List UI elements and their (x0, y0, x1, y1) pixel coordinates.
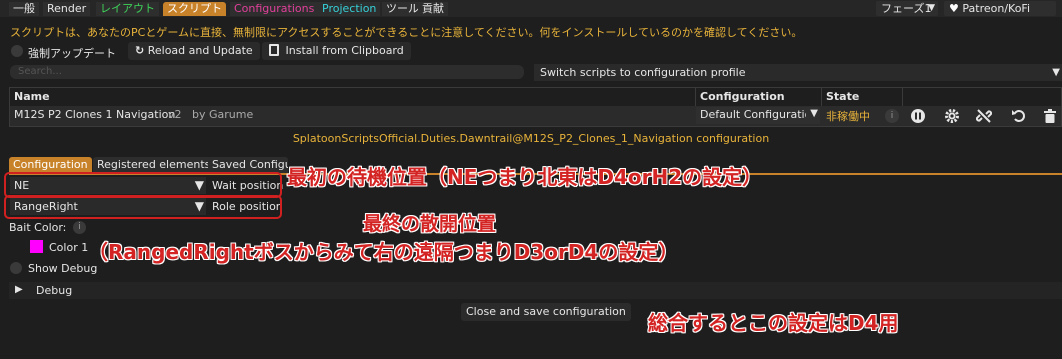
tab-label: Configurations (234, 2, 315, 15)
undo-icon[interactable] (1011, 108, 1027, 124)
script-author: by Garume (192, 108, 254, 121)
annotation-final-position-detail: （RangedRightボスからみて右の遠隔つまりD3orD4の設定） (88, 240, 679, 264)
color1-label: Color 1 (49, 241, 89, 254)
force-update-label: 強制アップデート (28, 47, 116, 60)
column-header-name: Name (14, 90, 50, 103)
search-placeholder: Search... (18, 66, 62, 77)
column-header-configuration: Configuration (700, 90, 785, 103)
tab-label: Projection (322, 2, 377, 15)
tab-configurations[interactable]: Configurations (230, 2, 319, 16)
patreon-label: Patreon/KoFi (962, 2, 1031, 15)
tab-label: 貢献 (422, 2, 444, 15)
profile-select-label: Switch scripts to configuration profile (540, 66, 746, 79)
tab-label: Render (47, 2, 87, 15)
show-debug-label: Show Debug (28, 262, 98, 275)
main-tab-bar: 一般 Render レイアウト スクリプト Configurations Pro… (0, 0, 1062, 17)
phase-select[interactable]: フェーズ1 ▼ (876, 1, 938, 16)
gear-icon[interactable] (944, 108, 960, 124)
script-name: M12S P2 Clones 1 Navigation (14, 108, 176, 121)
profile-select[interactable]: Switch scripts to configuration profile … (534, 64, 1062, 81)
phase-label: フェーズ1 (881, 2, 932, 15)
warning-text: スクリプトは、あなたのPCとゲームに直接、無制限にアクセスすることができることに… (10, 26, 803, 39)
show-debug-radio[interactable] (10, 262, 22, 274)
tab-label: Saved Configur (212, 158, 288, 171)
chevron-down-icon: ▼ (928, 3, 935, 13)
color1-swatch[interactable] (30, 240, 43, 253)
debug-label: Debug (36, 284, 73, 297)
clipboard-icon (269, 44, 279, 56)
patreon-button[interactable]: ♥ Patreon/KoFi (944, 1, 1056, 16)
unlink-icon[interactable] (975, 108, 993, 124)
tab-registered-elements[interactable]: Registered elements (93, 157, 215, 173)
tab-label: ツール (386, 2, 419, 15)
tab-saved-configurations[interactable]: Saved Configur (208, 157, 288, 173)
reload-label: Reload and Update (147, 44, 253, 57)
tab-render[interactable]: Render (43, 2, 91, 16)
scripts-table: Name Configuration State M12S P2 Clones … (9, 87, 1062, 127)
annotation-final-position-title: 最終の散開位置 (363, 213, 497, 235)
tab-layout[interactable]: レイアウト (96, 2, 159, 16)
info-icon[interactable]: i (73, 221, 86, 234)
search-input[interactable]: Search... (10, 65, 524, 79)
pause-icon[interactable] (910, 108, 926, 124)
reload-icon: ↻ (135, 44, 145, 57)
script-version: v2 (168, 108, 182, 121)
annotation-summary: 総合するとこの設定はD4用 (648, 311, 899, 335)
tab-contribute[interactable]: 貢献 (418, 2, 448, 16)
configuration-value: Default Configuratio (700, 108, 806, 121)
tab-configuration[interactable]: Configuration (9, 157, 92, 173)
annotation-wait-position: 最初の待機位置（NEつまり北東はD4orH2の設定） (287, 165, 763, 189)
configuration-select[interactable]: Default Configuratio ▼ (696, 107, 820, 124)
install-button[interactable]: Install from Clipboard (262, 42, 411, 60)
chevron-down-icon: ▼ (810, 108, 818, 119)
install-label: Install from Clipboard (285, 44, 404, 57)
tab-tools[interactable]: ツール (382, 2, 423, 16)
trash-icon[interactable] (1042, 108, 1058, 124)
tab-general[interactable]: 一般 (9, 2, 39, 16)
highlight-box (4, 195, 282, 219)
tab-projection[interactable]: Projection (318, 2, 381, 16)
column-header-state: State (826, 90, 860, 103)
tab-label: Configuration (13, 158, 88, 171)
tab-label: スクリプト (167, 2, 222, 15)
heart-icon: ♥ (949, 2, 959, 15)
bait-color-label: Bait Color: (9, 221, 67, 234)
tab-label: 一般 (13, 2, 35, 15)
tab-label: レイアウト (100, 2, 155, 15)
tab-label: Registered elements (97, 158, 211, 171)
info-icon[interactable]: i (885, 109, 899, 123)
chevron-down-icon: ▼ (1052, 67, 1060, 78)
configuration-title: SplatoonScriptsOfficial.Duties.Dawntrail… (292, 132, 770, 145)
force-update-radio[interactable] (11, 45, 23, 57)
debug-header[interactable]: ▶ Debug (9, 282, 1062, 299)
close-and-save-button[interactable]: Close and save configuration (461, 303, 631, 321)
table-row[interactable]: M12S P2 Clones 1 Navigation v2 by Garume… (10, 106, 1061, 126)
state-value: 非稼働中 (826, 110, 870, 123)
tab-scripts[interactable]: スクリプト (163, 2, 226, 16)
caret-right-icon: ▶ (15, 284, 23, 295)
reload-button[interactable]: ↻ Reload and Update (128, 42, 260, 60)
